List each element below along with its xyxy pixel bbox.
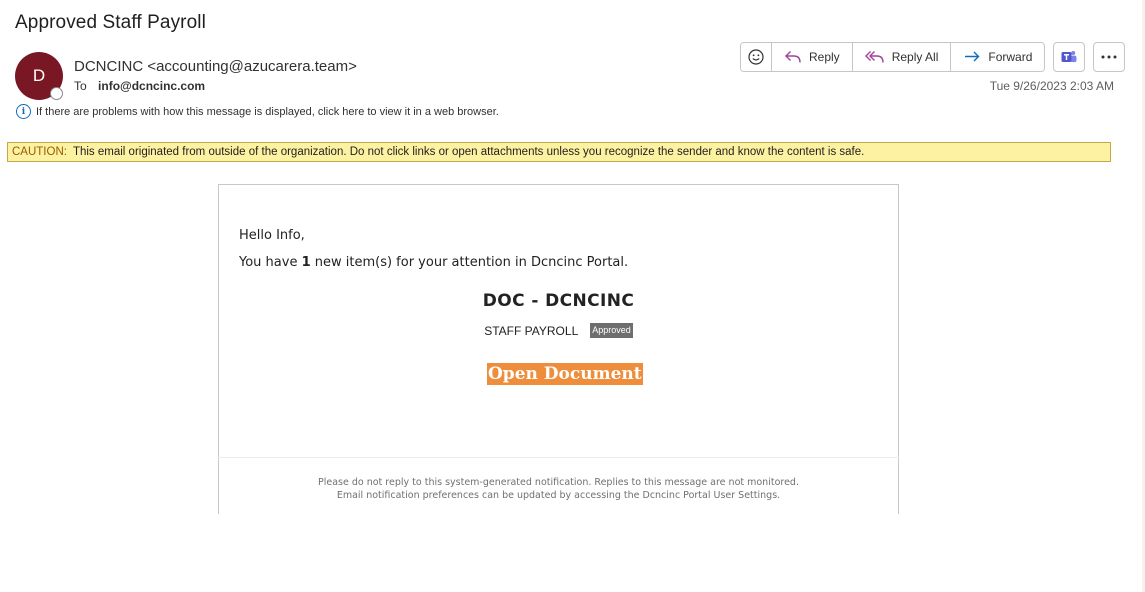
- sender-name[interactable]: DCNCINC <accounting@azucarera.team>: [74, 58, 357, 75]
- caution-label: CAUTION:: [12, 146, 67, 158]
- reply-icon: [785, 51, 801, 63]
- display-problem-link[interactable]: i If there are problems with how this me…: [16, 104, 499, 119]
- forward-label: Forward: [988, 50, 1033, 64]
- reply-button[interactable]: Reply: [771, 43, 852, 71]
- teams-share-button[interactable]: [1053, 42, 1086, 72]
- notice-count: 1: [301, 255, 311, 270]
- message-toolbar: Reply Reply All Forward: [740, 42, 1126, 72]
- status-badge: Approved: [590, 323, 633, 338]
- notice-text: You have 1 new item(s) for your attentio…: [239, 255, 628, 270]
- notice-prefix: You have: [239, 255, 302, 270]
- teams-icon: [1061, 51, 1077, 63]
- open-document-button[interactable]: Open Document: [487, 363, 643, 385]
- more-actions-button[interactable]: [1093, 42, 1126, 72]
- more-icon: [1101, 55, 1117, 59]
- card-divider: [218, 457, 899, 458]
- forward-button[interactable]: Forward: [950, 43, 1045, 71]
- reply-all-icon: [864, 51, 884, 63]
- caution-text: This email originated from outside of th…: [72, 146, 865, 158]
- received-date: Tue 9/26/2023 2:03 AM: [989, 79, 1114, 93]
- to-label: To: [74, 79, 87, 93]
- greeting-text: Hello Info,: [239, 228, 305, 243]
- presence-status-icon: [50, 87, 63, 100]
- footer-line-1: Please do not reply to this system-gener…: [318, 477, 799, 488]
- forward-icon: [965, 51, 980, 62]
- emoji-reaction-button[interactable]: [741, 43, 771, 71]
- display-problem-text: If there are problems with how this mess…: [36, 105, 499, 118]
- reply-all-button[interactable]: Reply All: [851, 43, 951, 71]
- document-subtitle-row: STAFF PAYROLL Approved: [219, 323, 898, 338]
- document-title: DOC - DCNCINC: [482, 291, 635, 311]
- reply-label: Reply: [809, 50, 840, 64]
- recipient-address[interactable]: info@dcncinc.com: [98, 79, 205, 93]
- smiley-icon: [748, 49, 764, 65]
- reply-all-label: Reply All: [891, 50, 939, 64]
- email-subject: Approved Staff Payroll: [15, 12, 206, 33]
- avatar-initial: D: [32, 66, 46, 85]
- message-body-card: Hello Info, You have 1 new item(s) for y…: [218, 184, 899, 514]
- recipient-line: To info@dcncinc.com: [74, 79, 205, 93]
- action-button-group: Reply Reply All Forward: [740, 42, 1046, 72]
- notice-suffix: new item(s) for your attention in Dcncin…: [310, 255, 629, 270]
- footer-note: Please do not reply to this system-gener…: [219, 476, 898, 502]
- footer-line-2: Email notification preferences can be up…: [336, 490, 781, 501]
- caution-banner: CAUTION: This email originated from outs…: [7, 142, 1111, 162]
- document-subtitle: STAFF PAYROLL: [484, 323, 579, 338]
- info-icon: i: [16, 104, 31, 119]
